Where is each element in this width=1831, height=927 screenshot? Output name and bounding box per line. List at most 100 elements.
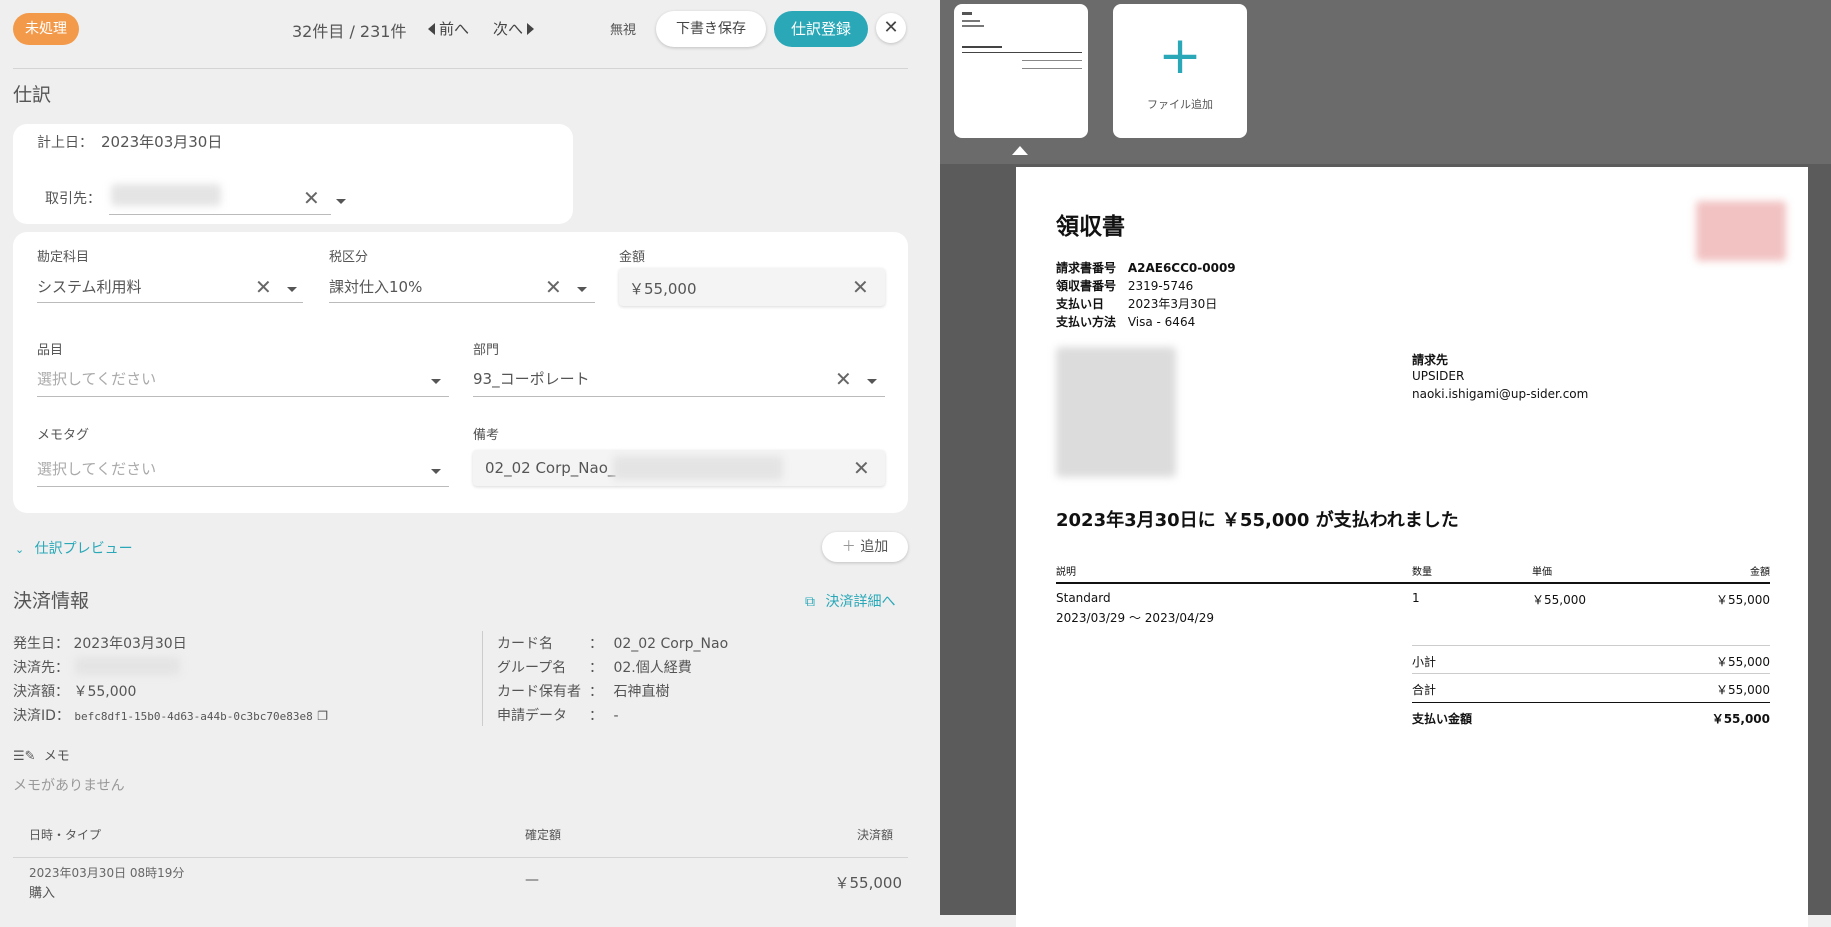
meta-paydate-value: 2023年3月30日 [1127,297,1218,311]
payment-date-key: 発生日： [13,636,69,652]
payment-detail-label: 決済詳細へ [825,594,896,610]
memo-label: メモ [43,749,70,764]
partner-label: 取引先： [45,191,101,207]
status-badge: 未処理 [13,13,79,45]
application-row: 申請データ： - [497,705,619,725]
note-redacted [613,456,783,480]
partner-dropdown-icon[interactable] [336,199,346,204]
journal-preview-label: 仕訳プレビュー [34,541,133,557]
journal-detail-card: 勘定科目 システム利用料 ✕ 税区分 課対仕入10% ✕ 金額 ￥55,000 … [13,232,908,513]
memotag-select[interactable]: 選択してください [37,458,156,479]
account-select[interactable]: システム利用料 [37,276,142,297]
record-counter: 32件目 / 231件 [292,22,407,41]
total-label: 合計 [1412,683,1437,697]
ignore-button[interactable]: 無視 [610,19,636,38]
meta-receipt-value: 2319-5746 [1127,279,1194,293]
add-label: 追加 [860,539,889,555]
date-label: 計上日： [37,135,93,151]
thumbnail-receipt[interactable] [954,4,1088,138]
total-line [1412,673,1770,674]
paid-line [1412,702,1770,703]
dept-select[interactable]: 93_コーポレート [473,368,590,389]
tax-dropdown-icon[interactable] [577,287,587,292]
memotag-dropdown-icon[interactable] [431,469,441,474]
application-value: - [613,708,619,724]
card-name-value: 02_02 Corp_Nao [613,636,729,652]
clear-tax-icon[interactable]: ✕ [545,277,562,297]
close-button[interactable]: ✕ [876,13,906,43]
partner-field[interactable] [109,214,331,215]
account-dropdown-icon[interactable] [287,287,297,292]
account-underline [37,302,303,303]
register-journal-button[interactable]: 仕訳登録 [774,11,868,47]
meta-invoice-row: 請求書番号 A2AE6CC0-0009 [1056,259,1236,276]
card-name-key: カード名 [497,636,553,652]
row-datetime: 2023年03月30日 08時19分 [29,866,185,880]
clear-partner-icon[interactable]: ✕ [303,188,320,208]
payment-amount-value: ￥55,000 [73,684,137,700]
company-seal [1696,201,1786,261]
receipt-document: 領収書 請求書番号 A2AE6CC0-0009 領収書番号 2319-5746 … [1016,167,1808,927]
clear-note-icon[interactable]: ✕ [853,458,870,478]
meta-receipt-row: 領収書番号 2319-5746 [1056,277,1193,294]
payment-amount-row: 決済額： ￥55,000 [13,681,136,701]
journal-preview-toggle[interactable]: ⌄ 仕訳プレビュー [15,538,133,558]
table-divider [13,857,908,858]
cardholder-value: 石神直樹 [613,684,670,700]
dept-dropdown-icon[interactable] [867,379,877,384]
item-select[interactable]: 選択してください [37,368,156,389]
col-datetime: 日時・タイプ [29,828,102,842]
chevron-down-icon: ⌄ [15,543,25,556]
meta-invoice-value: A2AE6CC0-0009 [1127,261,1236,275]
payment-detail-link[interactable]: ⧉ 決済詳細へ [805,591,895,611]
add-button[interactable]: ＋ 追加 [822,532,908,562]
clear-amount-icon[interactable]: ✕ [852,277,869,297]
memotag-underline [37,486,449,487]
payment-title: 決済情報 [13,590,90,612]
payment-id-row: 決済ID： befc8df1-15b0-4d63-a44b-0c3bc70e83… [13,705,328,725]
next-button[interactable]: 次へ [493,18,535,39]
thumbnail-preview [962,12,1082,82]
tax-select[interactable]: 課対仕入10% [329,276,422,297]
copy-icon[interactable]: ❐ [317,709,328,723]
note-label: 備考 [473,428,500,443]
subtotal-value: ￥55,000 [1716,655,1770,669]
payment-id-key: 決済ID： [13,708,70,724]
group-value: 02.個人経費 [613,660,692,676]
payee-key: 決済先： [13,660,69,676]
memo-empty: メモがありません [13,778,125,794]
tax-label: 税区分 [329,250,369,265]
amount-input[interactable]: ￥55,000 ✕ [619,268,885,306]
caret-right-icon [527,22,535,35]
clear-account-icon[interactable]: ✕ [255,277,272,297]
partner-value-redacted [111,184,221,206]
add-file-button[interactable]: + ファイル追加 [1113,4,1247,138]
card-name-row: カード名： 02_02 Corp_Nao [497,633,728,653]
item-dropdown-icon[interactable] [431,379,441,384]
meta-method-row: 支払い方法 Visa - 6464 [1056,313,1195,330]
next-label: 次へ [493,20,524,38]
sender-address-redacted [1056,347,1176,477]
amount-label: 金額 [619,250,646,265]
group-key: グループ名 [497,660,567,676]
plus-icon: ＋ [841,539,856,555]
item-period: 2023/03/29 〜 2023/04/29 [1056,611,1214,625]
meta-method-key: 支払い方法 [1056,315,1117,329]
cardholder-key: カード保有者 [497,684,581,700]
item-label: 品目 [37,343,64,358]
total-value: ￥55,000 [1716,683,1770,697]
journal-panel: 未処理 32件目 / 231件 前へ 次へ 無視 下書き保存 仕訳登録 ✕ 仕訳… [0,0,940,915]
payment-amount-key: 決済額： [13,684,69,700]
add-file-label: ファイル追加 [1147,98,1213,111]
clear-dept-icon[interactable]: ✕ [835,369,852,389]
item-underline [37,396,449,397]
billing-label: 請求先 [1412,353,1449,367]
draft-save-button[interactable]: 下書き保存 [656,11,766,47]
item-desc: Standard [1056,591,1111,605]
cardholder-row: カード保有者： 石神直樹 [497,681,669,701]
prev-button[interactable]: 前へ [428,18,469,39]
group-row: グループ名： 02.個人経費 [497,657,692,677]
note-value: 02_02 Corp_Nao_ [485,459,616,477]
memotag-label: メモタグ [37,428,90,443]
note-input[interactable]: 02_02 Corp_Nao_ ✕ [473,450,885,486]
